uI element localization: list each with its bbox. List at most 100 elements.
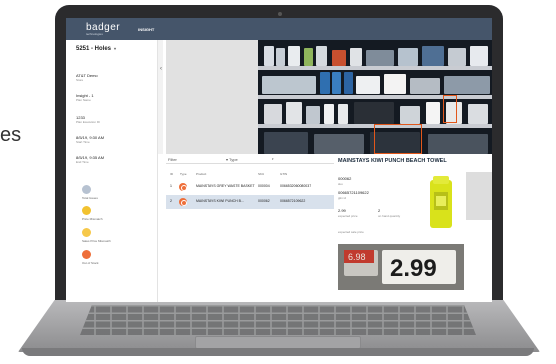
row-id: 1 (170, 184, 172, 188)
sidebar: 5251 - Holes ▾ AT&T Demo Store Insight - … (66, 40, 158, 302)
product (332, 50, 346, 66)
expected-price-value: 2.99 (338, 208, 346, 213)
product (470, 46, 488, 66)
product (344, 72, 353, 94)
gtin-label: gtin id (338, 196, 347, 200)
row-gtin: 0066572109622 (280, 199, 306, 203)
circle-icon (82, 228, 91, 237)
shelf-line (258, 66, 492, 70)
laptop-base-edge (22, 348, 534, 356)
product (444, 76, 490, 94)
info-label: Start Time (76, 140, 90, 144)
keyboard-rows (80, 305, 476, 335)
product (338, 104, 348, 124)
product (286, 102, 302, 124)
out-of-stock-icon (179, 183, 187, 191)
product (262, 76, 316, 94)
product (422, 46, 444, 66)
gtin-value: 00665721109622 (338, 190, 369, 195)
store-selector[interactable]: 5251 - Holes ▾ (76, 46, 116, 52)
column-header-id[interactable]: ID (170, 172, 173, 176)
info-store: AT&T Demo Store (76, 73, 156, 82)
product (428, 134, 488, 154)
product-detail-panel: MAINSTAYS KIWI PUNCH BEACH TOWEL 000062 … (336, 156, 492, 302)
circle-icon (82, 206, 91, 215)
product (400, 106, 420, 124)
sku-label: sku (338, 182, 343, 186)
shelf-image[interactable] (258, 40, 492, 154)
column-header-product[interactable]: Product (196, 172, 206, 176)
circle-icon (82, 185, 91, 194)
chevron-down-icon[interactable]: ▾ (272, 157, 274, 161)
info-start-time: 8/5/19, 9:30 AM Start Time (76, 135, 156, 144)
product-title: MAINSTAYS KIWI PUNCH BEACH TOWEL (338, 158, 447, 164)
product (264, 132, 308, 154)
chevron-left-icon[interactable]: ‹ (160, 66, 162, 72)
nav-insight[interactable]: INSIGHT (138, 27, 154, 32)
product (468, 104, 488, 124)
product (350, 48, 362, 66)
product (410, 78, 440, 94)
product (384, 74, 406, 94)
tag-price: 2.99 (390, 255, 437, 282)
filter-bar: Filter ▾ Type ▾ (166, 156, 334, 164)
price-tag-image: 6.98 2.99 (338, 244, 464, 290)
expected-price-label: expected price (338, 214, 358, 218)
store-name: 5251 - Holes (76, 46, 112, 52)
tag-old-price: 6.98 (348, 252, 366, 262)
row-sku: 000004 (258, 184, 270, 188)
legend-label: Price Mismatch (82, 217, 103, 221)
product (448, 48, 466, 66)
info-label: Plan Name (76, 98, 91, 102)
product (426, 102, 440, 124)
info-end-time: 8/5/19, 9:35 AM End Time (76, 155, 156, 164)
product (304, 48, 313, 66)
circle-icon (82, 250, 91, 259)
issue-highlight[interactable] (374, 124, 422, 154)
collapse-handle[interactable] (158, 40, 163, 154)
row-product: MAINSTAYS GREY WASTE BASKET (196, 184, 255, 188)
info-label: End Time (76, 160, 89, 164)
photo-placeholder (166, 40, 258, 154)
legend-label: Sales Price Mismatch (82, 239, 111, 243)
column-header-type[interactable]: Type (180, 172, 187, 176)
product-image-strip (466, 172, 492, 220)
sale-price-label: expected sale price (338, 230, 364, 234)
product (276, 48, 285, 66)
product (306, 106, 320, 124)
background-text: es (0, 124, 22, 146)
product (288, 46, 300, 66)
out-of-stock-icon (179, 198, 187, 206)
row-product: MAINSTAYS KIWI PUNCH B... (196, 199, 244, 203)
table-row-selected[interactable]: 2 MAINSTAYS KIWI PUNCH B... 000062 00665… (166, 195, 334, 209)
info-label: Store (76, 78, 84, 82)
logo-subtitle: technologies (86, 31, 103, 36)
product (354, 102, 394, 124)
info-label: Plan Execution ID (76, 120, 100, 124)
row-gtin: 0066532060080037 (280, 184, 312, 188)
camera (278, 12, 282, 16)
info-plan-name: Insight - 1 Plan Name (76, 93, 156, 102)
product (264, 104, 282, 124)
screen: badger technologies INSIGHT 5251 - Holes… (66, 18, 492, 302)
legend-label: Total Issues (82, 196, 98, 200)
product (356, 76, 380, 94)
column-header-gtin[interactable]: GTIN (280, 172, 287, 176)
type-dropdown[interactable]: ▾ Type (226, 157, 238, 162)
issue-highlight[interactable] (443, 95, 457, 123)
product (324, 104, 334, 124)
row-id: 2 (170, 199, 172, 203)
product (314, 134, 364, 154)
logo-word: badger (86, 21, 121, 33)
app-header: badger technologies INSIGHT (66, 18, 492, 40)
badger-logo[interactable]: badger technologies (86, 21, 121, 36)
sku-value: 000062 (338, 176, 352, 181)
chevron-down-icon: ▾ (114, 46, 117, 51)
column-header-sku[interactable]: SKU (258, 172, 264, 176)
filter-input[interactable]: Filter (168, 157, 177, 162)
product (320, 72, 330, 94)
table-row[interactable]: 1 MAINSTAYS GREY WASTE BASKET 000004 006… (166, 180, 334, 194)
product-towel-image (430, 176, 452, 228)
product (316, 46, 327, 66)
product (366, 50, 394, 66)
